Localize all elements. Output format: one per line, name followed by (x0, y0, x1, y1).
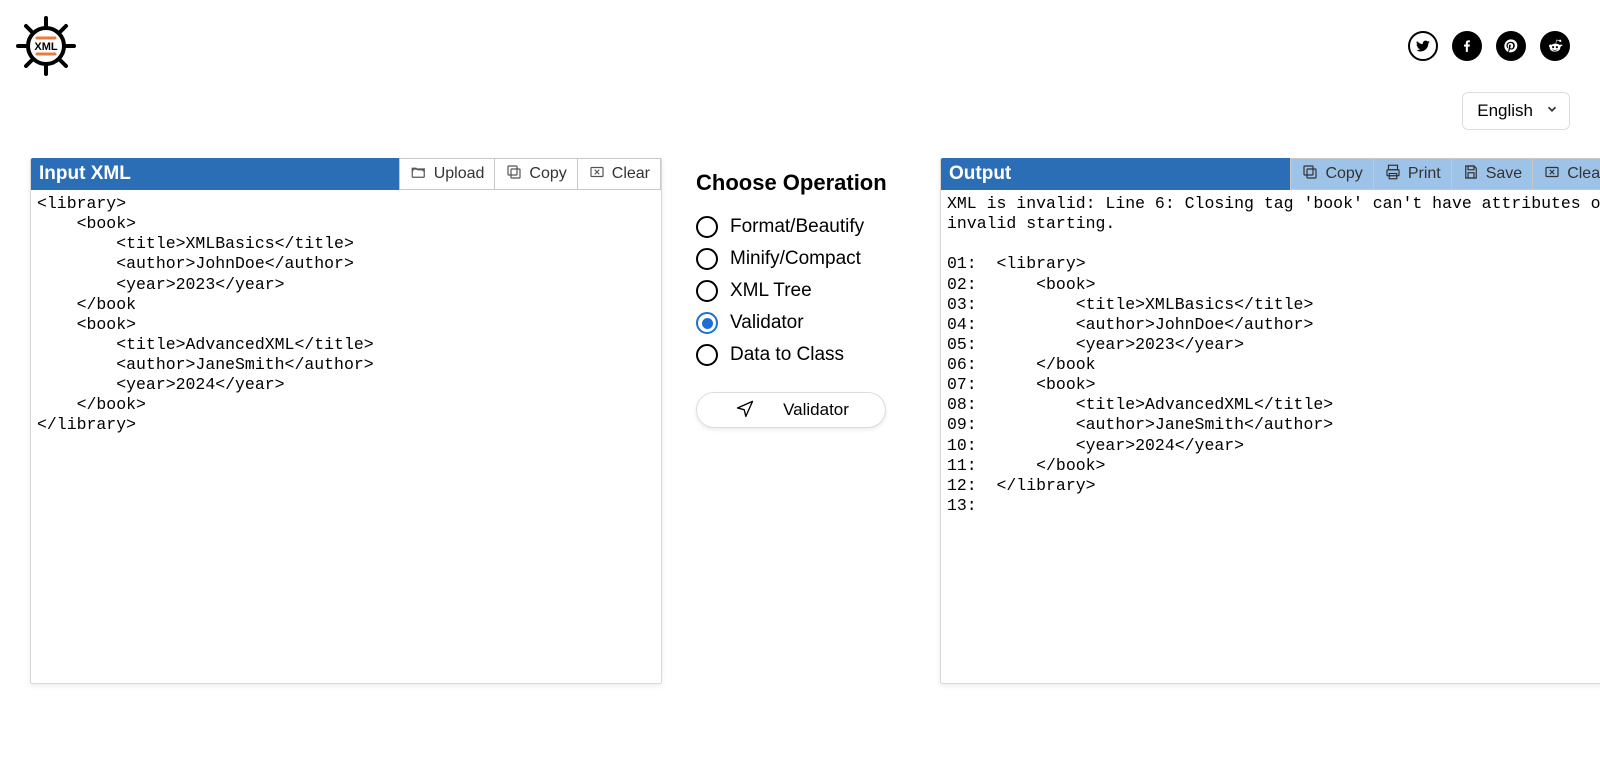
twitter-icon[interactable] (1408, 31, 1438, 61)
operation-label: Validator (730, 312, 804, 334)
operation-minify-compact[interactable]: Minify/Compact (696, 248, 906, 270)
output-panel-header: Output Copy Print (941, 158, 1600, 190)
run-button-label: Validator (783, 400, 849, 420)
operation-label: Minify/Compact (730, 248, 861, 270)
operations-list: Format/Beautify Minify/Compact XML Tree … (696, 216, 906, 366)
folder-open-icon (410, 163, 428, 186)
save-icon (1462, 163, 1480, 186)
radio-icon (696, 344, 718, 366)
input-panel: Input XML Upload Copy (30, 158, 662, 684)
operation-format-beautify[interactable]: Format/Beautify (696, 216, 906, 238)
operation-xml-tree[interactable]: XML Tree (696, 280, 906, 302)
header: XML (0, 0, 1600, 78)
social-links (1408, 31, 1570, 61)
input-toolbar: Upload Copy Clear (399, 158, 661, 190)
language-row: English (0, 78, 1600, 140)
clear-output-button[interactable]: Clear (1533, 158, 1600, 190)
output-toolbar: Copy Print Save (1290, 158, 1600, 190)
clear-icon (1543, 163, 1561, 186)
language-selected: English (1477, 101, 1533, 121)
operation-data-to-class[interactable]: Data to Class (696, 344, 906, 366)
radio-icon (696, 280, 718, 302)
copy-icon (505, 163, 523, 186)
upload-button[interactable]: Upload (399, 158, 496, 190)
send-icon (733, 398, 757, 423)
run-button[interactable]: Validator (696, 392, 886, 428)
operations-title: Choose Operation (696, 170, 906, 196)
radio-icon (696, 248, 718, 270)
output-panel-title: Output (941, 158, 1290, 190)
logo[interactable]: XML (14, 14, 78, 78)
operation-label: Data to Class (730, 344, 844, 366)
operation-label: XML Tree (730, 280, 812, 302)
input-panel-title: Input XML (31, 158, 399, 190)
main: Input XML Upload Copy (0, 140, 1600, 684)
input-xml-textarea[interactable]: <library> <book> <title>XMLBasics</title… (31, 190, 661, 683)
operations-column: Choose Operation Format/Beautify Minify/… (696, 158, 906, 684)
output-panel: Output Copy Print (940, 158, 1600, 684)
operation-label: Format/Beautify (730, 216, 864, 238)
radio-icon (696, 216, 718, 238)
svg-text:XML: XML (34, 41, 58, 53)
radio-icon (696, 312, 718, 334)
pinterest-icon[interactable] (1496, 31, 1526, 61)
input-panel-header: Input XML Upload Copy (31, 158, 661, 190)
clear-icon (588, 163, 606, 186)
chevron-down-icon (1545, 101, 1559, 121)
print-icon (1384, 163, 1402, 186)
language-select[interactable]: English (1462, 92, 1570, 130)
copy-icon (1301, 163, 1319, 186)
facebook-icon[interactable] (1452, 31, 1482, 61)
copy-output-button[interactable]: Copy (1290, 158, 1373, 190)
copy-input-button[interactable]: Copy (495, 158, 577, 190)
output-text: XML is invalid: Line 6: Closing tag 'boo… (941, 190, 1600, 683)
operation-validator[interactable]: Validator (696, 312, 906, 334)
print-button[interactable]: Print (1374, 158, 1452, 190)
reddit-icon[interactable] (1540, 31, 1570, 61)
save-button[interactable]: Save (1452, 158, 1533, 190)
clear-input-button[interactable]: Clear (578, 158, 661, 190)
